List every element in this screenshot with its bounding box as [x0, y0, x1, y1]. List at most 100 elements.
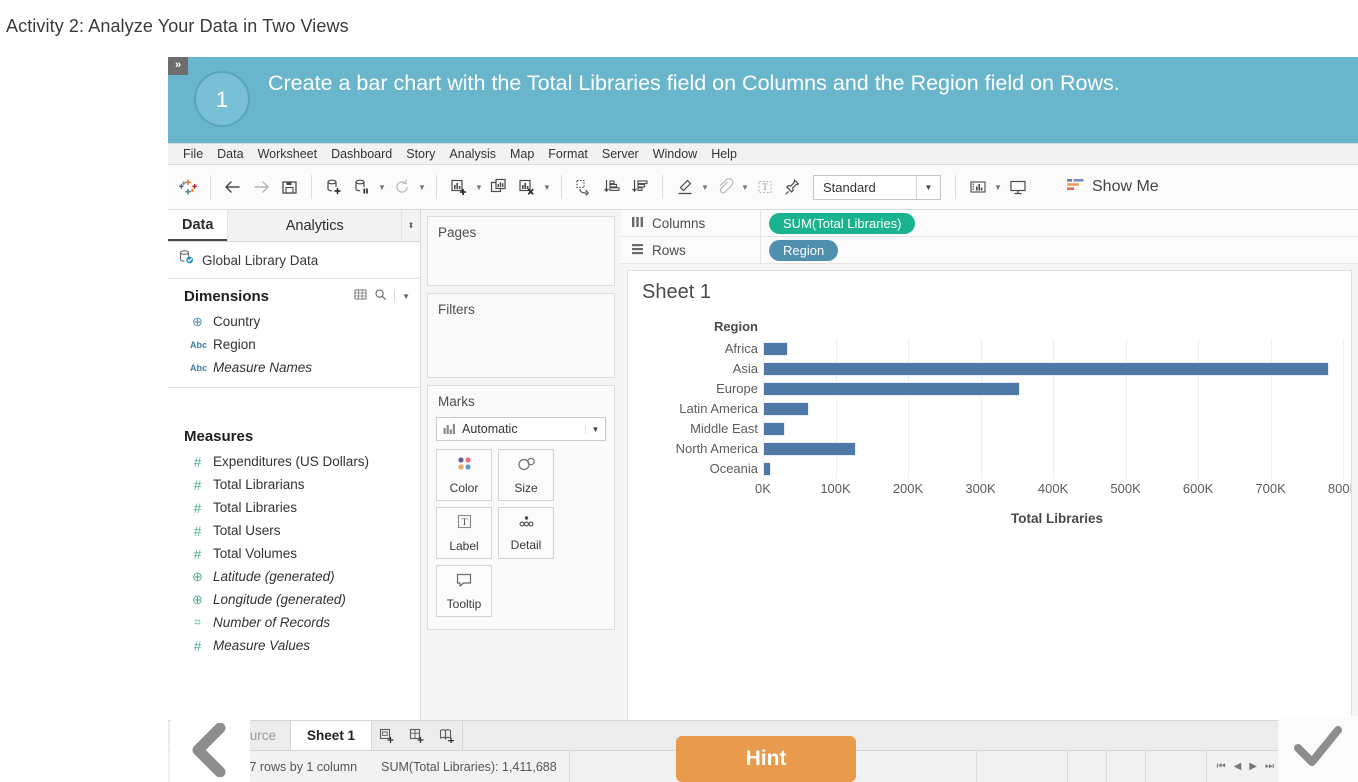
fit-icon[interactable]	[964, 173, 992, 201]
menu-item-window[interactable]: Window	[646, 145, 704, 163]
new-story-icon[interactable]	[432, 721, 462, 750]
menu-item-format[interactable]: Format	[541, 145, 595, 163]
worksheet-canvas[interactable]: Sheet 1 Region AfricaAsiaEuropeLatin Ame…	[627, 270, 1352, 781]
pill-region[interactable]: Region	[769, 240, 838, 261]
plot-area[interactable]	[763, 339, 1351, 479]
hint-button[interactable]: Hint	[676, 736, 856, 782]
menu-item-server[interactable]: Server	[595, 145, 646, 163]
fit-select-chevron-down-icon[interactable]: ▼	[916, 176, 940, 199]
back-arrow-icon[interactable]	[219, 173, 247, 201]
menu-item-dashboard[interactable]: Dashboard	[324, 145, 399, 163]
duplicate-sheet-icon[interactable]	[485, 173, 513, 201]
measure-field-total-volumes[interactable]: # Total Volumes	[168, 542, 420, 565]
sheet-tab-sheet-1[interactable]: Sheet 1	[290, 721, 372, 750]
dimension-field-measure-names[interactable]: Abc Measure Names	[168, 356, 420, 379]
measure-field-number-of-records[interactable]: ⌗ Number of Records	[168, 611, 420, 634]
measure-field-total-libraries[interactable]: # Total Libraries	[168, 496, 420, 519]
measure-field-expenditures[interactable]: # Expenditures (US Dollars)	[168, 450, 420, 473]
dimension-field-region[interactable]: Abc Region	[168, 333, 420, 356]
fixed-axis-caret-icon[interactable]: ▼	[739, 174, 751, 200]
forward-arrow-icon[interactable]	[247, 173, 275, 201]
measure-field-longitude[interactable]: ⊕ Longitude (generated)	[168, 588, 420, 611]
data-pane-caret-icon[interactable]: ⬍	[402, 210, 420, 241]
refresh-data-source-icon[interactable]	[388, 173, 416, 201]
previous-step-button[interactable]	[170, 718, 250, 782]
label-icon[interactable]: T	[751, 173, 779, 201]
fit-caret-icon[interactable]: ▼	[992, 174, 1004, 200]
grid-view-icon[interactable]	[354, 288, 367, 305]
bar-mark[interactable]	[763, 382, 1020, 396]
row-label[interactable]: Oceania	[628, 459, 758, 479]
new-data-source-icon[interactable]	[320, 173, 348, 201]
new-worksheet-icon[interactable]	[445, 173, 473, 201]
bar-mark[interactable]	[763, 342, 788, 356]
search-icon[interactable]	[374, 288, 387, 305]
bar-mark[interactable]	[763, 462, 771, 476]
pager-last-icon[interactable]: ⏭	[1265, 761, 1274, 772]
presentation-pin-icon[interactable]	[779, 173, 807, 201]
measure-field-total-librarians[interactable]: # Total Librarians	[168, 473, 420, 496]
chevron-down-icon[interactable]: ▼	[402, 292, 410, 301]
swap-rows-columns-icon[interactable]	[570, 173, 598, 201]
marks-tooltip-button[interactable]: Tooltip	[436, 565, 492, 617]
menu-item-analysis[interactable]: Analysis	[442, 145, 503, 163]
bar-chart[interactable]: Region AfricaAsiaEuropeLatin AmericaMidd…	[628, 319, 1351, 780]
menu-item-data[interactable]: Data	[210, 145, 250, 163]
bar-mark[interactable]	[763, 422, 785, 436]
new-dashboard-icon[interactable]	[402, 721, 432, 750]
highlight-icon[interactable]	[671, 173, 699, 201]
marks-type-select[interactable]: Automatic ▼	[436, 417, 606, 441]
row-label[interactable]: North America	[628, 439, 758, 459]
pager-controls[interactable]: ⏮ ◀ ▶ ⏭	[1207, 761, 1284, 772]
marks-size-button[interactable]: Size	[498, 449, 554, 501]
row-label[interactable]: Europe	[628, 379, 758, 399]
sort-descending-icon[interactable]	[626, 173, 654, 201]
menu-item-worksheet[interactable]: Worksheet	[251, 145, 325, 163]
menu-item-file[interactable]: File	[176, 145, 210, 163]
menu-item-map[interactable]: Map	[503, 145, 541, 163]
row-label[interactable]: Latin America	[628, 399, 758, 419]
columns-shelf[interactable]: Columns SUM(Total Libraries)	[621, 210, 1358, 237]
tab-data[interactable]: Data	[168, 210, 227, 241]
presentation-mode-icon[interactable]	[1004, 173, 1032, 201]
pause-data-source-caret-icon[interactable]: ▼	[376, 174, 388, 200]
refresh-caret-icon[interactable]: ▼	[416, 174, 428, 200]
highlight-caret-icon[interactable]: ▼	[699, 174, 711, 200]
clear-sheet-icon[interactable]	[513, 173, 541, 201]
marks-label-button[interactable]: T Label	[436, 507, 492, 559]
rows-shelf[interactable]: Rows Region	[621, 237, 1358, 264]
measure-field-total-users[interactable]: # Total Users	[168, 519, 420, 542]
data-source-item[interactable]: Global Library Data	[168, 242, 420, 279]
bar-mark[interactable]	[763, 362, 1329, 376]
new-worksheet-icon[interactable]	[372, 721, 402, 750]
filters-card[interactable]: Filters	[427, 293, 615, 378]
row-label[interactable]: Middle East	[628, 419, 758, 439]
pager-next-icon[interactable]: ▶	[1249, 761, 1257, 772]
tab-analytics[interactable]: Analytics	[227, 210, 402, 241]
sort-ascending-icon[interactable]	[598, 173, 626, 201]
marks-detail-button[interactable]: Detail	[498, 507, 554, 559]
fit-select[interactable]: Standard ▼	[813, 175, 941, 200]
tableau-logo-icon[interactable]	[174, 173, 202, 201]
save-icon[interactable]	[275, 173, 303, 201]
menu-item-story[interactable]: Story	[399, 145, 442, 163]
bar-mark[interactable]	[763, 402, 809, 416]
pages-card[interactable]: Pages	[427, 216, 615, 286]
new-worksheet-caret-icon[interactable]: ▼	[473, 174, 485, 200]
marks-type-chevron-down-icon[interactable]: ▼	[585, 425, 605, 434]
pager-prev-icon[interactable]: ◀	[1234, 761, 1242, 772]
clear-sheet-caret-icon[interactable]: ▼	[541, 174, 553, 200]
pager-first-icon[interactable]: ⏮	[1217, 761, 1226, 772]
fixed-axis-icon[interactable]	[711, 173, 739, 201]
row-label[interactable]: Africa	[628, 339, 758, 359]
show-me-button[interactable]: Show Me	[1066, 177, 1159, 198]
menu-item-help[interactable]: Help	[704, 145, 744, 163]
pill-sum-total-libraries[interactable]: SUM(Total Libraries)	[769, 213, 915, 234]
row-label[interactable]: Asia	[628, 359, 758, 379]
bar-mark[interactable]	[763, 442, 856, 456]
marks-color-button[interactable]: Color	[436, 449, 492, 501]
next-step-button[interactable]	[1278, 716, 1358, 782]
dimension-field-country[interactable]: ⊕ Country	[168, 310, 420, 333]
pause-data-source-icon[interactable]	[348, 173, 376, 201]
measure-field-latitude[interactable]: ⊕ Latitude (generated)	[168, 565, 420, 588]
